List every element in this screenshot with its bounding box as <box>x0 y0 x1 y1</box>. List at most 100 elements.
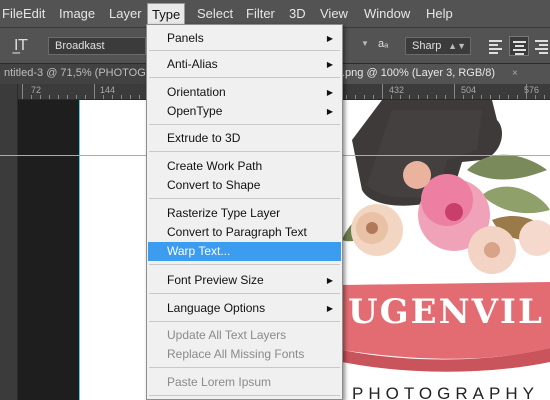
menu-image[interactable]: Image <box>55 5 99 23</box>
menu-item-orientation[interactable]: Orientation ▶ <box>148 83 341 102</box>
menu-item-label: Convert to Shape <box>167 178 261 192</box>
menu-item-label: Language Options <box>167 301 266 315</box>
ruler-tick <box>454 84 455 99</box>
menu-item-label: Anti-Alias <box>167 57 218 71</box>
updown-arrow-icon: ▲▼ <box>448 41 466 51</box>
ruler-tick <box>355 95 356 99</box>
font-family-dropdown[interactable]: Broadkast <box>48 37 146 55</box>
menu-item-paste-lorem-ipsum: Paste Lorem Ipsum <box>148 373 341 392</box>
close-icon[interactable]: × <box>512 64 518 83</box>
menu-item-create-work-path[interactable]: Create Work Path <box>148 157 341 176</box>
menu-layer[interactable]: Layer <box>105 5 146 23</box>
align-right-button[interactable] <box>532 36 550 56</box>
ruler-label: 144 <box>100 85 116 95</box>
menu-view[interactable]: View <box>316 5 352 23</box>
ruler-tick <box>58 95 59 99</box>
ruler-tick <box>400 95 401 99</box>
document-tab-png[interactable]: .png @ 100% (Layer 3, RGB/8) × <box>340 64 550 84</box>
menu-separator <box>149 264 340 265</box>
menu-help[interactable]: Help <box>422 5 457 23</box>
submenu-arrow-icon: ▶ <box>326 60 333 69</box>
document-tab-untitled-3[interactable]: ntitled-3 @ 71,5% (PHOTOGR <box>0 64 150 84</box>
menu-separator <box>149 293 340 294</box>
menu-item-label: Panels <box>167 31 204 45</box>
ruler-tick <box>130 95 131 99</box>
submenu-arrow-icon: ▶ <box>326 276 333 285</box>
menu-item-label: Font Preview Size <box>167 273 264 287</box>
chevron-down-icon[interactable]: ▼ <box>361 39 369 48</box>
menu-item-warp-text[interactable]: Warp Text... <box>148 242 341 261</box>
menu-item-label: Update All Text Layers <box>167 328 287 342</box>
ruler-label: 72 <box>31 85 42 95</box>
menu-item-label: Warp Text... <box>167 244 231 258</box>
type-menu-dropdown: Panels ▶ Anti-Alias ▶ Orientation ▶ Open… <box>146 24 343 400</box>
menu-separator <box>149 77 340 78</box>
menu-item-label: Rasterize Type Layer <box>167 206 281 220</box>
menu-item-anti-alias[interactable]: Anti-Alias ▶ <box>148 55 341 74</box>
menu-separator <box>149 321 340 322</box>
menu-window[interactable]: Window <box>360 5 414 23</box>
menu-item-font-preview-size[interactable]: Font Preview Size ▶ <box>148 271 341 290</box>
menu-separator <box>149 367 340 368</box>
menu-item-rasterize-type-layer[interactable]: Rasterize Type Layer <box>148 204 341 223</box>
menu-item-convert-to-shape[interactable]: Convert to Shape <box>148 176 341 195</box>
brand-text: UGENVIL <box>348 292 544 332</box>
menu-separator <box>149 198 340 199</box>
ruler-tick <box>427 95 428 99</box>
font-family-value: Broadkast <box>55 40 105 52</box>
ruler-tick <box>409 95 410 99</box>
ruler-tick <box>112 95 113 99</box>
menu-separator <box>149 151 340 152</box>
submenu-arrow-icon: ▶ <box>326 107 333 116</box>
ruler-tick <box>472 95 473 99</box>
ruler-corner <box>0 84 18 100</box>
ruler-tick <box>31 95 32 99</box>
align-center-button[interactable] <box>509 36 529 56</box>
menu-item-panels[interactable]: Panels ▶ <box>148 29 341 48</box>
menu-edit[interactable]: Edit <box>19 5 49 23</box>
menu-item-language-options[interactable]: Language Options ▶ <box>148 299 341 318</box>
align-left-button[interactable] <box>486 36 506 56</box>
document-tab-label: ntitled-3 @ 71,5% (PHOTOGR <box>4 67 150 79</box>
menu-item-label: Create Work Path <box>167 159 263 173</box>
menu-item-label: Convert to Paragraph Text <box>167 225 307 239</box>
menu-filter[interactable]: Filter <box>242 5 279 23</box>
submenu-arrow-icon: ▶ <box>326 34 333 43</box>
ruler-tick <box>517 95 518 99</box>
menu-item-label: Replace All Missing Fonts <box>167 347 305 361</box>
ruler-tick <box>481 95 482 99</box>
submenu-arrow-icon: ▶ <box>326 88 333 97</box>
ruler-tick <box>499 95 500 99</box>
ruler-tick <box>373 95 374 99</box>
menu-item-convert-to-paragraph-text[interactable]: Convert to Paragraph Text <box>148 223 341 242</box>
menu-3d[interactable]: 3D <box>285 5 310 23</box>
ruler-tick <box>22 84 23 99</box>
floral-artwork <box>342 100 550 372</box>
ruler-tick <box>67 95 68 99</box>
ruler-tick <box>121 95 122 99</box>
menu-item-opentype[interactable]: OpenType ▶ <box>148 102 341 121</box>
menu-separator <box>149 50 340 51</box>
document-tab-label: .png @ 100% (Layer 3, RGB/8) <box>342 67 496 79</box>
ruler-tick <box>526 84 527 99</box>
menu-item-label: Paste Lorem Ipsum <box>167 375 272 389</box>
menu-select[interactable]: Select <box>193 5 237 23</box>
antialias-icon: aₐ <box>378 38 389 50</box>
ruler-tick <box>346 95 347 99</box>
ruler-tick <box>445 95 446 99</box>
photography-text: PHOTOGRAPHY <box>352 384 539 400</box>
ruler-label: 432 <box>389 85 405 95</box>
ruler-tick <box>490 95 491 99</box>
ruler-tick <box>508 95 509 99</box>
ruler-tick <box>139 95 140 99</box>
ruler-tick <box>418 95 419 99</box>
guide-line[interactable] <box>79 100 80 400</box>
ruler-tick <box>85 95 86 99</box>
menu-item-extrude-to-3d[interactable]: Extrude to 3D <box>148 129 341 148</box>
type-orientation-icon[interactable]: I̲T <box>14 36 28 54</box>
ruler-tick <box>436 95 437 99</box>
vertical-ruler <box>0 100 18 400</box>
menu-item-label: Extrude to 3D <box>167 131 241 145</box>
antialias-dropdown[interactable]: Sharp ▲▼ <box>405 37 471 55</box>
ruler-tick <box>463 95 464 99</box>
